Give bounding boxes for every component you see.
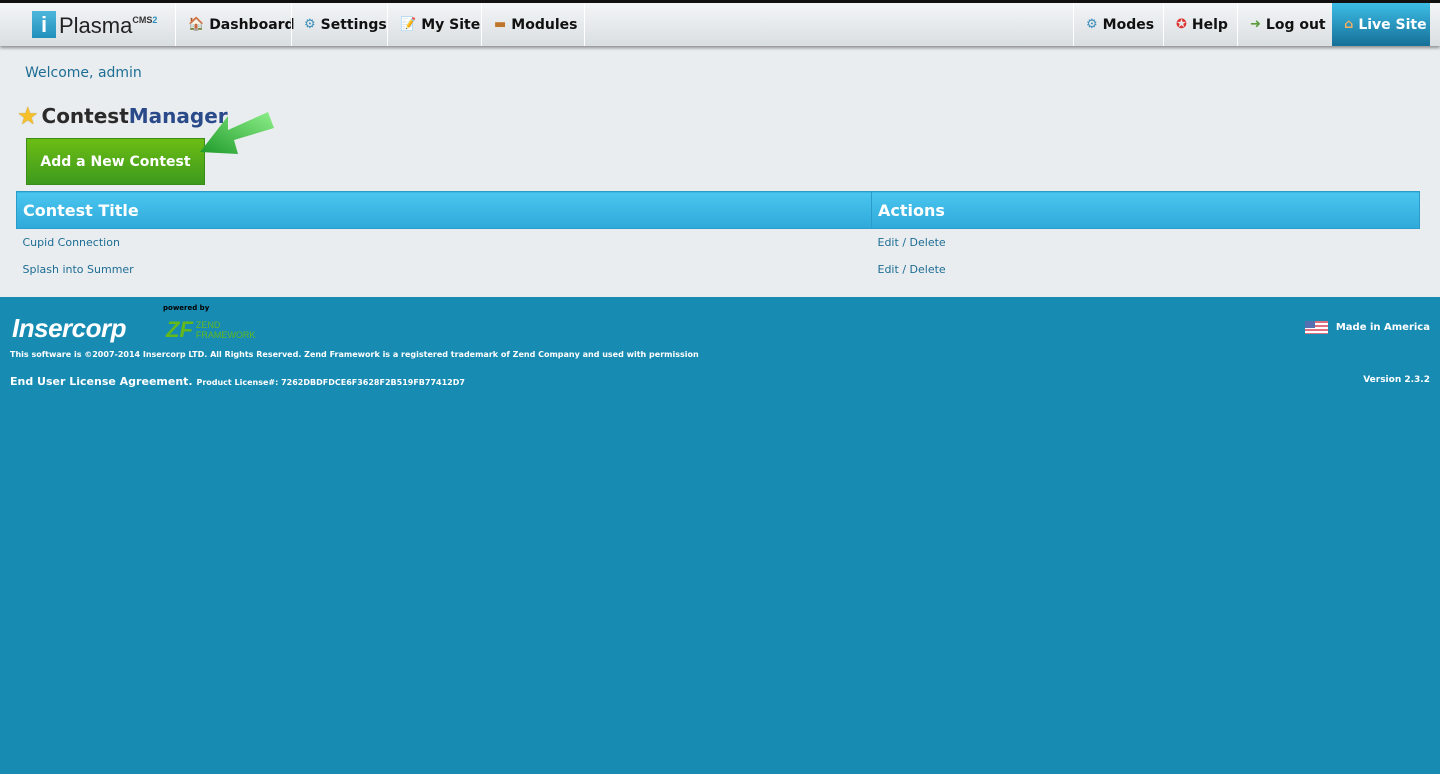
insercorp-logo[interactable]: Insercorp (12, 313, 127, 344)
edit-link[interactable]: Edit (878, 263, 899, 276)
nav-help[interactable]: ✪ Help (1163, 3, 1240, 46)
separator: / (902, 235, 907, 249)
edit-link[interactable]: Edit (878, 236, 899, 249)
nav-dashboard[interactable]: 🏠 Dashboard (175, 3, 307, 46)
table-row: Cupid Connection Edit / Delete (17, 229, 1420, 256)
nav-label: Modules (511, 16, 578, 33)
add-new-contest-button[interactable]: Add a New Contest (26, 138, 205, 185)
nav-live-site[interactable]: ⌂ Live Site (1332, 3, 1430, 46)
logo-name: Plasma (59, 13, 133, 38)
nav-label: Settings (320, 16, 387, 33)
made-in-america: Made in America (1304, 321, 1430, 334)
box-icon: ▬ (494, 17, 507, 32)
table-row: Splash into Summer Edit / Delete (17, 256, 1420, 283)
nav-label: Modes (1102, 16, 1155, 33)
nav-settings[interactable]: ⚙ Settings (291, 3, 399, 46)
delete-link[interactable]: Delete (910, 263, 946, 276)
nav-label: Live Site (1358, 16, 1427, 33)
eula: End User License Agreement. Product Lice… (10, 375, 465, 388)
gears-icon: ⚙ (1086, 17, 1098, 32)
nav-modes[interactable]: ⚙ Modes (1073, 3, 1166, 46)
made-label: Made in America (1335, 322, 1430, 333)
top-navbar: i Plasma CMS2 🏠 Dashboard ⚙ Settings 📝 My S… (0, 0, 1440, 46)
zend-framework-logo[interactable]: ZF ZEND FRAMEWORK (166, 317, 255, 343)
dashboard-icon: 🏠 (188, 17, 205, 32)
nav-label: Dashboard (209, 16, 295, 33)
edit-icon: 📝 (400, 17, 417, 32)
us-flag-icon (1304, 321, 1328, 334)
gear-icon: ⚙ (304, 17, 316, 32)
lifebuoy-icon: ✪ (1176, 17, 1187, 32)
version: Version 2.3.2 (1363, 375, 1430, 385)
nav-my-site[interactable]: 📝 My Site (387, 3, 492, 46)
door-icon: ➜ (1250, 17, 1261, 32)
welcome-text: Welcome, admin (25, 65, 142, 81)
zf-text: ZEND FRAMEWORK (195, 320, 256, 340)
home-icon: ⌂ (1344, 17, 1354, 32)
title-contest: Contest (41, 104, 129, 128)
logo-i: i (32, 11, 56, 38)
plasma-cms-logo[interactable]: i Plasma CMS2 (32, 11, 157, 38)
nav-log-out[interactable]: ➜ Log out (1237, 3, 1338, 46)
eula-link[interactable]: End User License Agreement. (10, 375, 193, 388)
col-contest-title: Contest Title (16, 191, 872, 229)
product-license: Product License#: 7262DBDFDCE6F3628F2B51… (196, 378, 465, 387)
logo-cms: CMS2 (132, 15, 158, 25)
nav-label: Help (1191, 16, 1228, 33)
zf-mark: ZF (166, 317, 193, 342)
powered-by: powered by (163, 304, 210, 312)
star-icon: ★ (17, 102, 39, 130)
main-content: Welcome, admin ★ Contest Manager Add a Ne… (0, 46, 1440, 297)
separator: / (902, 262, 907, 276)
nav-modules[interactable]: ▬ Modules (481, 3, 585, 46)
nav-label: My Site (421, 16, 481, 33)
copyright-text: This software is ©2007-2014 Insercorp LT… (10, 350, 699, 359)
delete-link[interactable]: Delete (910, 236, 946, 249)
col-actions: Actions (871, 191, 1420, 229)
nav-label: Log out (1265, 16, 1326, 33)
contest-table: Contest Title Actions Cupid Connection E… (16, 191, 1420, 283)
arrow-pointer-icon (200, 112, 274, 154)
contest-title-link[interactable]: Splash into Summer (23, 263, 134, 276)
contest-title-link[interactable]: Cupid Connection (23, 236, 120, 249)
page-title: ★ Contest Manager (17, 102, 228, 130)
